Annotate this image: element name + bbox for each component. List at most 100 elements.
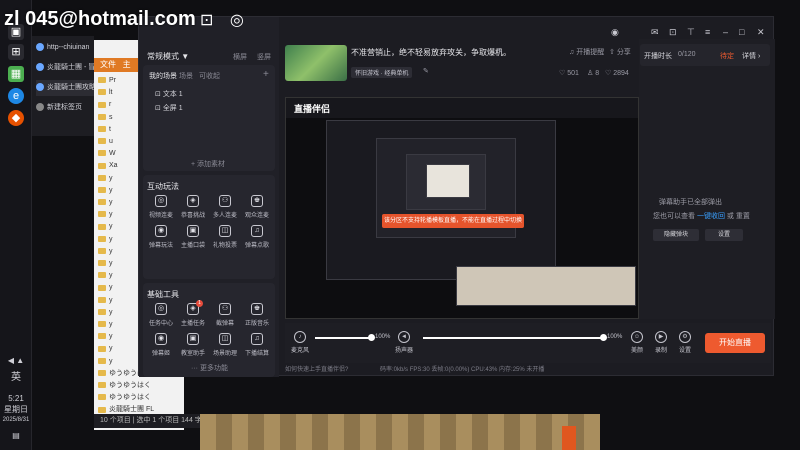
file-row-label: Xa	[109, 162, 118, 170]
file-row[interactable]: ゆうゆうはく	[98, 393, 182, 403]
tool-button[interactable]: ♫ 弹幕点歌	[242, 225, 272, 249]
tool-button[interactable]: ⚇ 多人连麦	[210, 195, 240, 219]
beauty-button[interactable]: ☺ 美颜	[631, 331, 643, 354]
recall-link[interactable]: 一键收回	[697, 213, 725, 220]
tool-label: 恭喜挑战	[180, 213, 205, 219]
tool-button[interactable]: ◎ 视频连麦	[146, 195, 176, 219]
share-button[interactable]: ⇧ 分享	[609, 47, 631, 57]
new-tab-button[interactable]: 新建标签页	[36, 100, 96, 116]
tool-icon: ♫	[251, 333, 263, 345]
tool-button[interactable]: ♚ 观众连麦	[242, 195, 272, 219]
volume-icon[interactable]: ◀ ▲	[2, 355, 30, 366]
clock-time[interactable]: 5:21	[2, 393, 30, 404]
tool-label: 观众连麦	[244, 213, 269, 219]
file-row-label: 炎龍騎士團 FL	[109, 406, 155, 414]
add-material-button[interactable]: + 添加素材	[191, 159, 225, 169]
menu-icon[interactable]: ≡	[705, 27, 710, 37]
tool-button[interactable]: ◉ 弹幕玩法	[146, 225, 176, 249]
tool-button[interactable]: ◫ 场景助理	[210, 333, 240, 357]
tool-button[interactable]: ◫ 礼物投票	[210, 225, 240, 249]
notification-icon[interactable]: ▤	[2, 430, 30, 441]
duration-details-link[interactable]: 详情 ›	[742, 51, 760, 61]
tool-label: 主播口袋	[180, 243, 205, 249]
stream-title[interactable]: 不准营销止，绝不轻易放弃攻关，争取爆机。	[351, 47, 511, 58]
preview-logo: 直播伴侣	[294, 104, 331, 114]
file-row-label: t	[109, 125, 111, 133]
minimize-icon[interactable]: –	[723, 27, 728, 37]
message-icon[interactable]: ✉	[651, 27, 659, 38]
tool-icon: ◎	[155, 303, 167, 315]
browser-tab[interactable]: http--chiuinan	[36, 40, 96, 56]
edit-category-icon[interactable]: ✎	[423, 67, 429, 75]
tool-button[interactable]: ▣ 主播口袋	[178, 225, 208, 249]
tool-button[interactable]: ◈ 恭喜挑战	[178, 195, 208, 219]
tool-button[interactable]: ◈ 1 主播任务	[178, 300, 208, 327]
record-button[interactable]: ▶ 录制	[655, 331, 667, 354]
stream-preview[interactable]: 直播伴侣 该分区不支持轮播模板直播，不能在直播过程中切换	[285, 97, 639, 319]
close-icon[interactable]: ✕	[757, 27, 765, 38]
ime-indicator[interactable]: 英	[2, 372, 30, 383]
shirt-icon[interactable]: ⊤	[687, 27, 695, 38]
scene-mode-dropdown[interactable]: 常规模式 ▼	[147, 51, 189, 62]
tab-my-scenes[interactable]: 我的场景	[149, 71, 177, 81]
tool-button[interactable]: ⚇ 截弹幕	[210, 303, 240, 327]
tool-button[interactable]: ◎ 任务中心	[146, 303, 176, 327]
globe-icon	[36, 63, 44, 72]
browser-tab[interactable]: 炎龍騎士團 - 冒	[36, 60, 96, 76]
app-icon[interactable]: ◆	[8, 110, 24, 126]
file-row-label: Pr	[109, 77, 116, 84]
speaker-volume-slider[interactable]	[423, 334, 607, 341]
windows-taskbar: ▣ ⊞ ▦ e ◆ ◀ ▲ 英 5:21 星期日 2025/8/31 ▤	[0, 0, 32, 450]
heart-icon: ♡	[605, 70, 614, 77]
live-reminder-button[interactable]: ♫ 开播提醒	[569, 47, 604, 57]
gift-icon[interactable]: ⊡	[669, 27, 677, 38]
more-features-button[interactable]: ··· 更多功能	[191, 363, 228, 373]
folder-icon	[98, 333, 106, 340]
category-chip[interactable]: 怀旧游戏 · 经典单机	[351, 67, 413, 78]
notification-badge: 1	[196, 300, 203, 307]
stream-cover-thumbnail[interactable]	[285, 45, 347, 81]
mic-volume-slider[interactable]	[315, 334, 375, 341]
speaker-control[interactable]: ◄ 扬声器	[395, 331, 413, 354]
speaker-volume-knob[interactable]	[599, 334, 607, 341]
help-link[interactable]: 如何快速上手直播伴侣?	[285, 367, 348, 373]
tool-label: 教室助手	[180, 351, 205, 357]
edge-icon[interactable]: e	[8, 88, 24, 104]
avatar[interactable]: ◉	[611, 27, 619, 38]
scene-card: 我的场景 场景 可收起 + ⊡ 文本 1 ⊡ 全屏 1 + 添加素材	[143, 65, 275, 171]
landscape-toggle[interactable]: 横屏	[233, 52, 247, 62]
user-icon: ♙	[587, 70, 596, 77]
danmu-settings-button[interactable]: 设置	[705, 229, 743, 241]
microphone-icon: ♪	[294, 331, 306, 343]
tool-button[interactable]: ♚ 正版音乐	[242, 303, 272, 327]
maximize-icon[interactable]: □	[739, 27, 744, 37]
file-row-label: y	[109, 296, 113, 304]
scene-item-fullscreen[interactable]: ⊡ 全屏 1	[155, 103, 183, 113]
mic-volume-knob[interactable]	[367, 334, 375, 341]
tool-icon: ▣	[187, 333, 199, 345]
hide-danmu-button[interactable]: 隐藏弹块	[653, 229, 699, 241]
system-tray[interactable]: ◀ ▲ 英 5:21 星期日 2025/8/31 ▤	[2, 355, 30, 441]
start-live-button[interactable]: 开始直播	[705, 333, 765, 353]
tab-scenes[interactable]: 场景	[179, 71, 193, 81]
scene-item-text[interactable]: ⊡ 文本 1	[155, 89, 183, 99]
add-scene-icon[interactable]: +	[263, 69, 269, 80]
browser-tab-active[interactable]: 炎龍騎士團攻略	[36, 80, 96, 96]
tool-button[interactable]: ▣ 教室助手	[178, 333, 208, 357]
folder-icon	[98, 211, 106, 218]
tool-icon: ♫	[251, 225, 263, 237]
interactive-section-title: 互动玩法	[147, 182, 179, 191]
file-row[interactable]: ゆうゆうはく	[98, 381, 182, 391]
tool-button[interactable]: ◉ 弹幕姬	[146, 333, 176, 357]
edit-title-icon[interactable]: ✎	[497, 47, 503, 55]
photos-icon[interactable]: ▦	[8, 66, 24, 82]
tool-label: 正版音乐	[244, 321, 269, 327]
file-row-label: lt	[109, 89, 113, 97]
settings-button[interactable]: ⚙ 设置	[679, 331, 691, 354]
tool-icon: ⚇	[219, 303, 231, 315]
portrait-toggle[interactable]: 竖屏	[257, 52, 271, 62]
widgets-icon[interactable]: ⊞	[8, 44, 24, 60]
microphone-control[interactable]: ♪ 麦克风	[291, 331, 309, 354]
tool-button[interactable]: ♫ 下播结算	[242, 333, 272, 357]
tab-collapse[interactable]: 可收起	[199, 71, 220, 81]
